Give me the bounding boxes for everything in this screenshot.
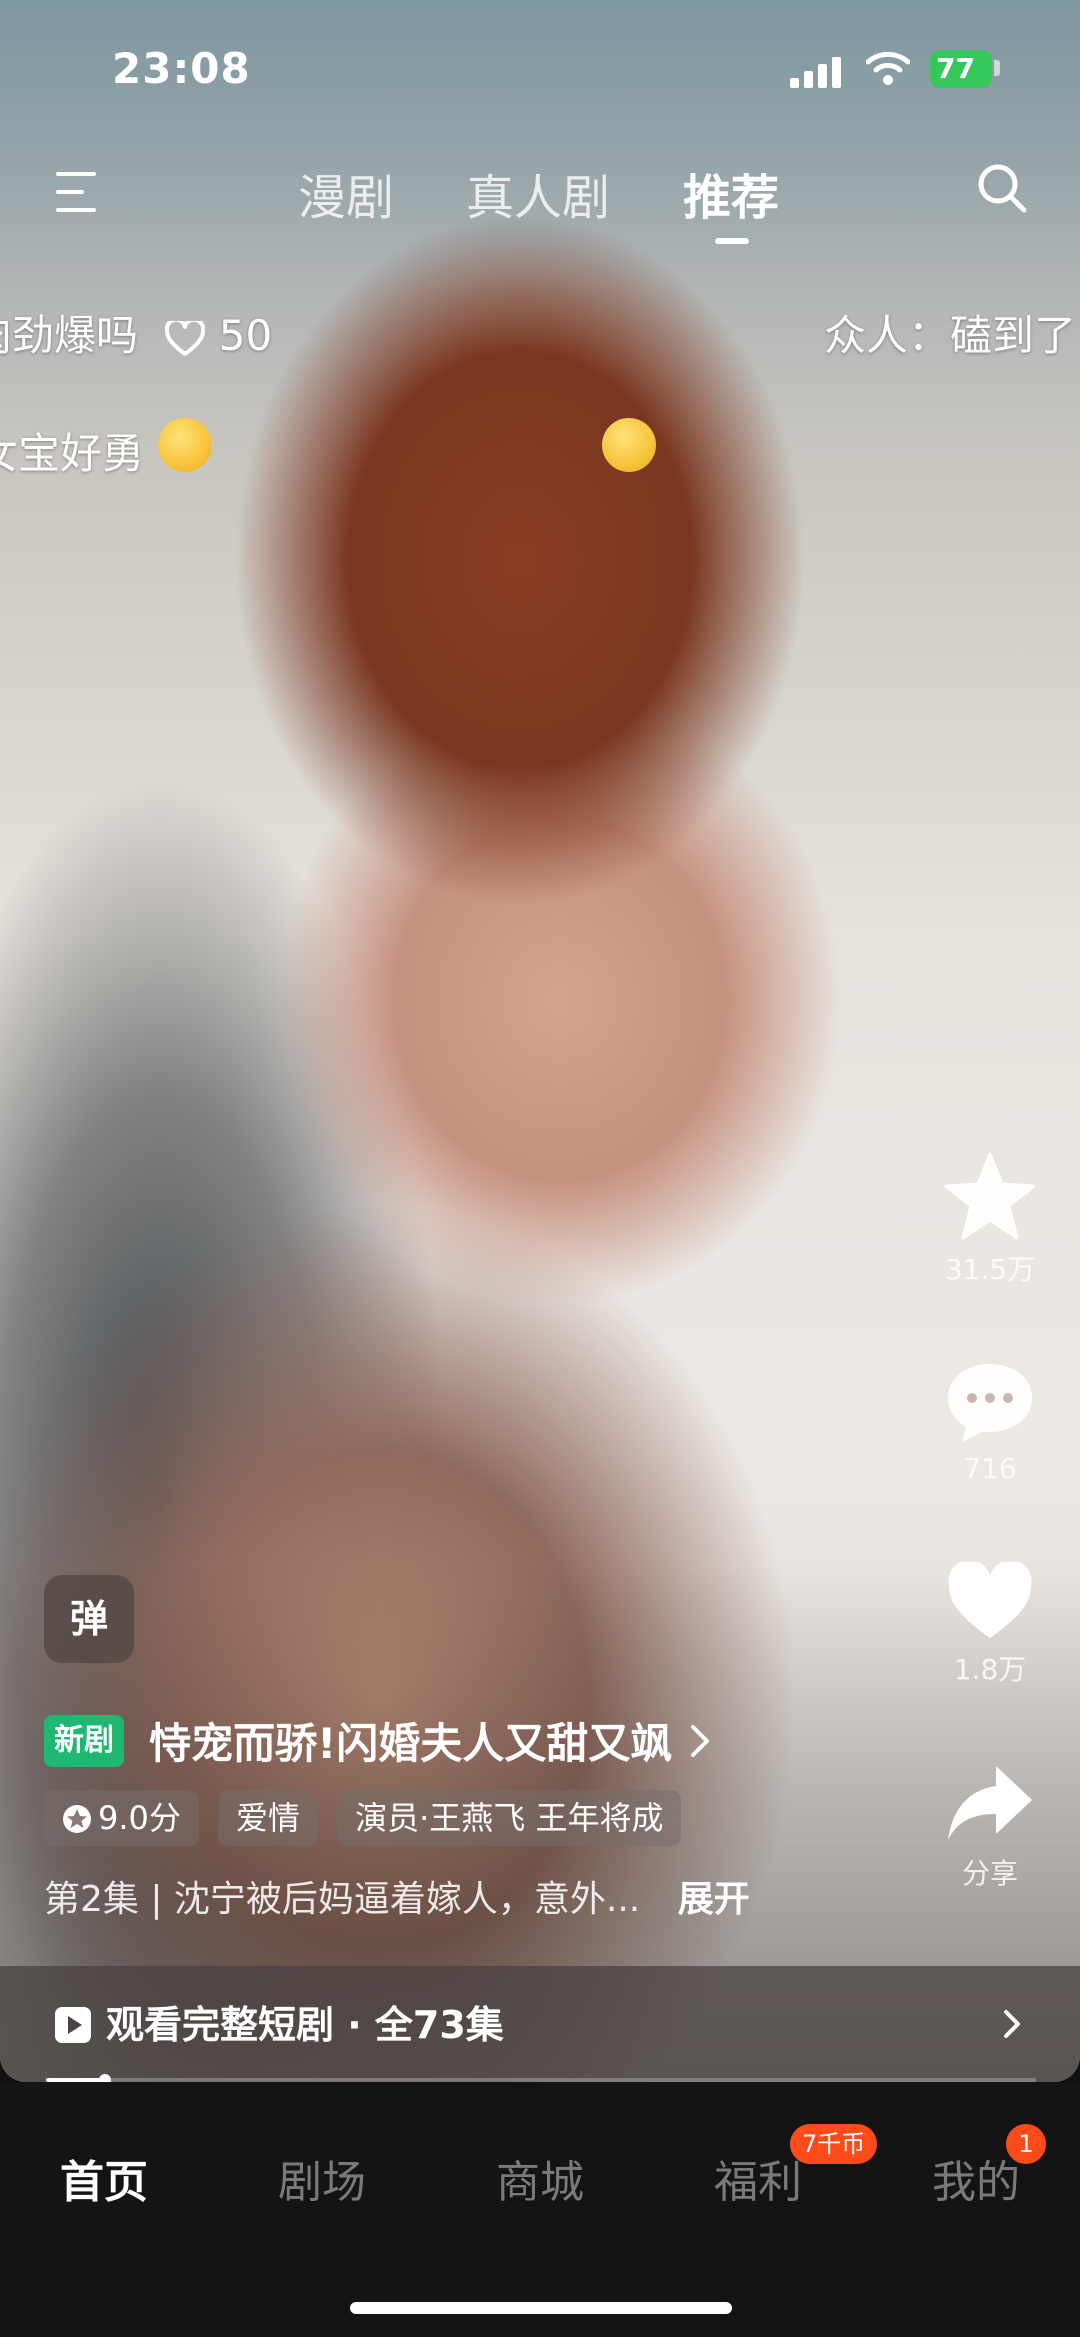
bottom-tab-bar: 首页 剧场 商城 福利 我的 7千币 1 — [0, 2082, 1080, 2337]
bottom-tab-home[interactable]: 首页 — [60, 2146, 148, 2210]
search-icon[interactable] — [976, 162, 1028, 214]
battery-indicator: 77 — [930, 50, 992, 88]
like-button[interactable]: 1.8万 — [940, 1562, 1040, 1688]
smirk-emoji-icon — [158, 418, 212, 472]
watch-full-drama-bar[interactable]: 观看完整短剧 · 全73集 — [0, 1966, 1080, 2082]
favorite-count: 31.5万 — [944, 1253, 1036, 1286]
battery-tip — [994, 60, 1000, 76]
share-icon — [948, 1766, 1032, 1840]
active-tab-indicator — [715, 238, 749, 244]
drama-tags: 9.0分 爱情 演员·王燕飞 王年将成 — [44, 1790, 695, 1846]
bottom-tab-mall[interactable]: 商城 — [496, 2146, 584, 2210]
share-button[interactable]: 分享 — [940, 1762, 1040, 1892]
star-icon — [944, 1152, 1036, 1240]
like-count: 1.8万 — [953, 1653, 1027, 1686]
danmu-toggle-button[interactable]: 弹 — [44, 1575, 134, 1663]
danmaku-comment: 众人：磕到了 — [824, 311, 1077, 360]
tab-manju[interactable]: 漫剧 — [298, 158, 394, 228]
heart-outline-icon — [165, 320, 206, 356]
episode-description-text: 第2集 | 沈宁被后妈逼着嫁人，意外... — [44, 1879, 641, 1920]
danmaku-text: 肉劲爆吗 — [0, 311, 139, 360]
new-drama-badge: 新剧 — [44, 1714, 124, 1767]
episode-description: 第2集 | 沈宁被后妈逼着嫁人，意外... 展开 — [44, 1870, 750, 1922]
wifi-icon — [866, 51, 910, 85]
favorite-button[interactable]: 31.5万 — [940, 1150, 1040, 1288]
coin-badge: 7千币 — [790, 2124, 878, 2164]
chevron-right-icon — [1004, 2010, 1020, 2038]
watch-full-label: 观看完整短剧 · 全73集 — [106, 2003, 504, 2047]
bottom-tab-theater[interactable]: 剧场 — [278, 2146, 366, 2210]
danmaku-text: 女宝好勇 — [0, 429, 145, 478]
rating-tag: 9.0分 — [44, 1790, 199, 1846]
comment-button[interactable]: 716 — [940, 1360, 1040, 1485]
comment-icon — [948, 1364, 1032, 1442]
rating-icon — [63, 1805, 91, 1833]
home-indicator — [350, 2302, 732, 2314]
expand-button[interactable]: 展开 — [678, 1879, 750, 1920]
danmaku-comment: 女宝好勇 — [0, 420, 144, 481]
bottom-tab-me[interactable]: 我的 — [932, 2146, 1020, 2210]
notification-badge: 1 — [1006, 2124, 1046, 2164]
danmaku-comment: 肉劲爆吗 50 — [0, 302, 272, 363]
signal-icon — [790, 56, 842, 88]
status-time: 23:08 — [112, 44, 251, 93]
cast-tag[interactable]: 演员·王燕飞 王年将成 — [337, 1790, 682, 1846]
heart-icon — [948, 1562, 1032, 1638]
danmaku-like-count: 50 — [218, 311, 273, 360]
top-tabs: 漫剧 真人剧 推荐 — [0, 158, 1080, 238]
tab-zhenrenju[interactable]: 真人剧 — [466, 158, 610, 228]
play-icon — [55, 2007, 91, 2043]
bottom-tab-welfare[interactable]: 福利 — [714, 2146, 802, 2210]
rating-value: 9.0分 — [98, 1799, 181, 1837]
drama-title-row[interactable]: 新剧 恃宠而骄!闪婚夫人又甜又飒 — [44, 1710, 711, 1770]
chevron-right-icon — [691, 1724, 710, 1757]
comment-count: 716 — [963, 1452, 1017, 1485]
status-bar: 23:08 77 — [0, 0, 1080, 130]
share-label: 分享 — [961, 1857, 1018, 1890]
tab-tuijian[interactable]: 推荐 — [683, 158, 779, 228]
drama-title[interactable]: 恃宠而骄!闪婚夫人又甜又飒 — [149, 1710, 672, 1771]
genre-tag[interactable]: 爱情 — [218, 1790, 319, 1846]
heart-eyes-emoji-icon — [602, 418, 656, 472]
